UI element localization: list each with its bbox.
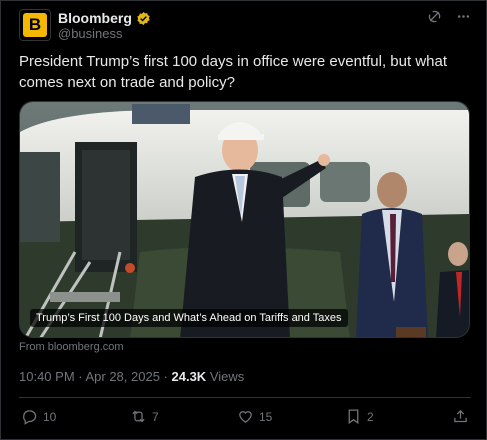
action-bar: 10 7 15 2 [19, 405, 471, 431]
tweet-text: President Trump’s first 100 days in offi… [19, 53, 447, 91]
tweet-header: B Bloomberg @business [19, 9, 471, 43]
repost-button[interactable]: 7 [130, 408, 159, 425]
tweet-meta: 10:40 PM · Apr 28, 2025 · 24.3K Views [19, 369, 244, 384]
verified-badge-icon [137, 11, 150, 25]
like-count: 15 [259, 409, 273, 424]
media-card[interactable]: Trump’s First 100 Days and What’s Ahead … [19, 101, 470, 338]
media-caption: Trump’s First 100 Days and What’s Ahead … [30, 309, 348, 327]
reply-button[interactable]: 10 [21, 408, 56, 425]
bookmark-count: 2 [367, 409, 374, 424]
grok-icon[interactable] [427, 9, 442, 28]
bookmark-icon [348, 409, 359, 425]
link-source[interactable]: From bloomberg.com [19, 341, 124, 353]
repost-count: 7 [152, 409, 159, 424]
timestamp[interactable]: 10:40 PM · Apr 28, 2025 [19, 369, 160, 384]
heart-icon [239, 411, 252, 423]
meta-separator: · [159, 369, 172, 384]
views-label: Views [206, 369, 245, 384]
bookmark-button[interactable]: 2 [345, 408, 374, 425]
account-handle[interactable]: @business [58, 26, 123, 41]
account-name[interactable]: Bloomberg [58, 10, 132, 26]
share-icon [454, 409, 467, 423]
header-actions [427, 9, 471, 28]
view-count: 24.3K [171, 369, 207, 384]
repost-icon [132, 410, 145, 423]
more-icon[interactable] [456, 9, 471, 28]
bloomberg-logo: B [23, 13, 47, 37]
name-row: Bloomberg [58, 9, 151, 27]
reply-count: 10 [43, 409, 57, 424]
news-photo [20, 102, 469, 337]
divider [19, 397, 471, 398]
share-button[interactable] [452, 408, 469, 425]
avatar[interactable]: B [19, 9, 51, 41]
reply-icon [23, 410, 37, 425]
like-button[interactable]: 15 [237, 408, 272, 425]
